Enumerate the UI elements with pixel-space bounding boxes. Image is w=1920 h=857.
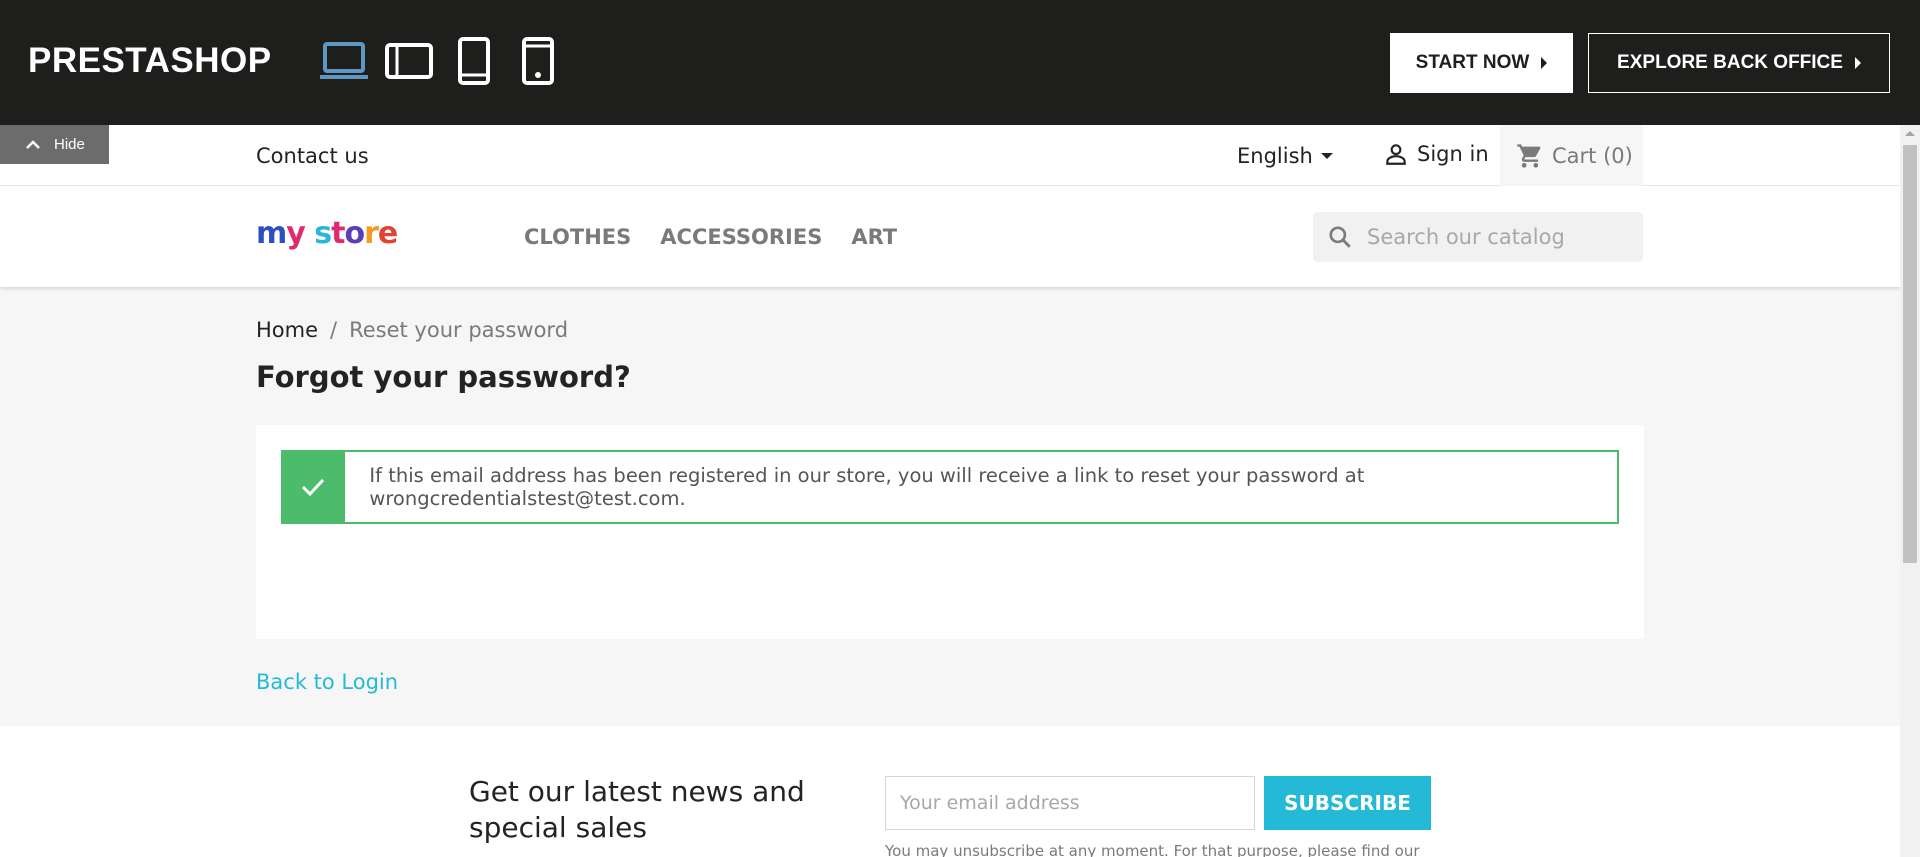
store-logo[interactable]: my store: [256, 216, 398, 251]
tablet-landscape-icon[interactable]: [385, 38, 433, 84]
breadcrumb: Home / Reset your password: [256, 318, 568, 342]
menu-item-art[interactable]: ART: [851, 225, 897, 249]
page-title: Forgot your password?: [256, 360, 631, 394]
header-top: my store CLOTHES ACCESSORIES ART Search …: [0, 186, 1900, 287]
search-input[interactable]: Search our catalog: [1313, 212, 1643, 262]
back-to-login-link[interactable]: Back to Login: [256, 670, 398, 694]
language-selector[interactable]: English: [1237, 144, 1333, 168]
arrow-right-icon: [1541, 57, 1548, 69]
newsletter-section: Get our latest news and special sales Yo…: [0, 726, 1900, 857]
search-icon: [1329, 226, 1351, 248]
page-scrollbar[interactable]: [1900, 125, 1920, 857]
scroll-up-arrow-icon[interactable]: [1905, 131, 1915, 136]
sign-in-label: Sign in: [1417, 142, 1489, 166]
newsletter-note: You may unsubscribe at any moment. For t…: [885, 842, 1420, 857]
alert-message: If this email address has been registere…: [369, 464, 1365, 510]
success-alert: If this email address has been registere…: [281, 450, 1619, 524]
scrollbar-thumb[interactable]: [1903, 145, 1917, 563]
mobile-icon[interactable]: [522, 37, 554, 85]
demo-bar: PRESTASHOP START NOW EXPLORE BACK OFFICE: [0, 0, 1920, 125]
user-icon: [1386, 144, 1406, 165]
sign-in-link[interactable]: Sign in: [1383, 141, 1489, 167]
arrow-right-icon: [1854, 57, 1861, 69]
breadcrumb-separator: /: [330, 318, 338, 342]
content-card: If this email address has been registere…: [256, 425, 1644, 639]
cart-link[interactable]: Cart (0): [1500, 125, 1643, 186]
checkmark-icon: [281, 451, 346, 523]
breadcrumb-current: Reset your password: [349, 318, 569, 342]
menu-item-clothes[interactable]: CLOTHES: [524, 225, 631, 249]
caret-down-icon: [1320, 153, 1333, 159]
breadcrumb-home[interactable]: Home: [256, 318, 318, 342]
hide-label: Hide: [54, 136, 85, 153]
contact-us-link[interactable]: Contact us: [256, 144, 369, 168]
tablet-portrait-icon[interactable]: [458, 37, 490, 85]
language-label: English: [1237, 144, 1313, 168]
prestashop-logo: PRESTASHOP: [28, 41, 272, 80]
shopping-cart-icon: [1517, 143, 1541, 168]
start-now-button[interactable]: START NOW: [1390, 33, 1573, 93]
newsletter-email-input[interactable]: Your email address: [885, 776, 1255, 830]
hide-demo-bar-button[interactable]: Hide: [0, 125, 109, 164]
explore-label: EXPLORE BACK OFFICE: [1617, 52, 1843, 73]
newsletter-email-placeholder: Your email address: [900, 792, 1080, 814]
main-menu: CLOTHES ACCESSORIES ART: [524, 225, 897, 249]
start-now-label: START NOW: [1415, 52, 1530, 73]
subscribe-button[interactable]: SUBSCRIBE: [1264, 776, 1431, 830]
cart-label: Cart (0): [1552, 143, 1633, 168]
chevron-up-icon: [26, 139, 40, 149]
header-nav: Contact us English Sign in Cart (0): [0, 125, 1900, 186]
newsletter-title: Get our latest news and special sales: [469, 775, 805, 844]
laptop-icon[interactable]: [320, 38, 368, 84]
explore-back-office-button[interactable]: EXPLORE BACK OFFICE: [1588, 33, 1890, 93]
menu-item-accessories[interactable]: ACCESSORIES: [660, 225, 822, 249]
search-placeholder: Search our catalog: [1367, 225, 1565, 249]
